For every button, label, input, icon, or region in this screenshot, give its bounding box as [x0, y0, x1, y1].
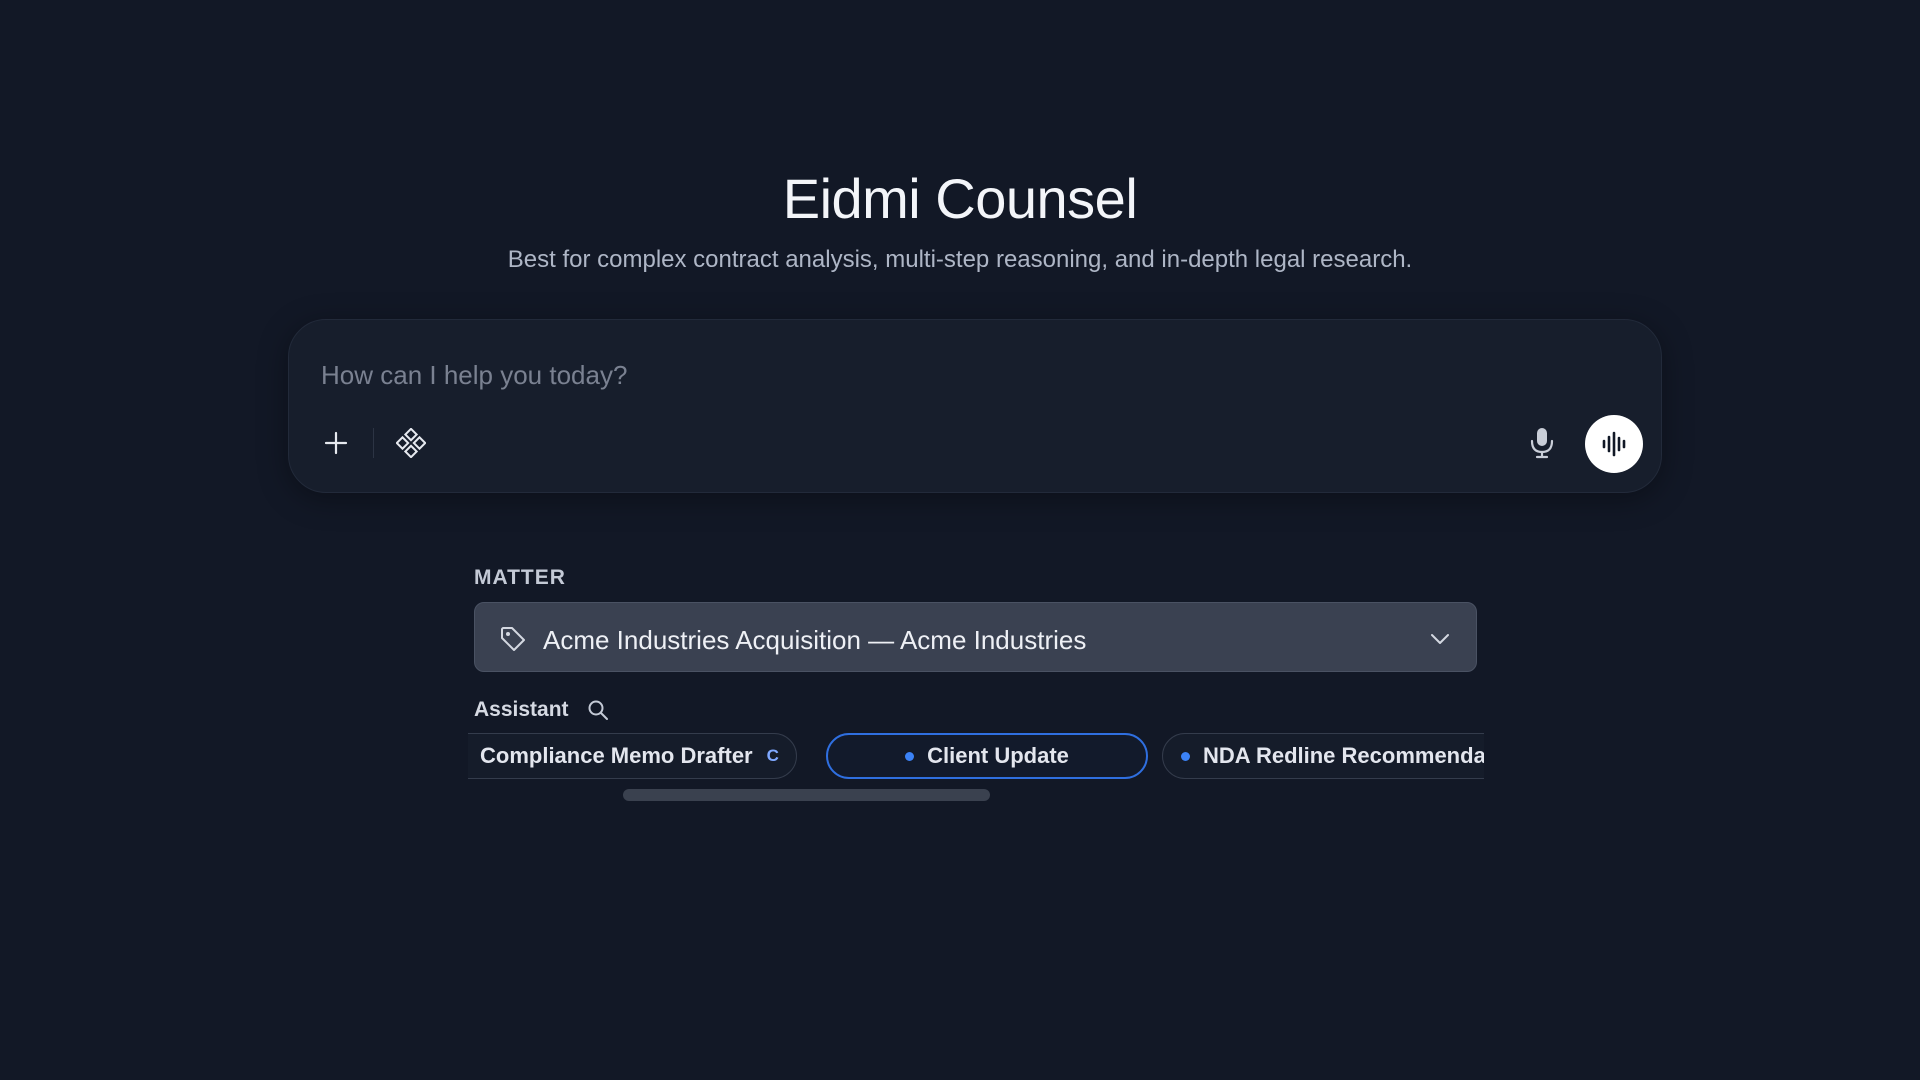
add-attachment-button[interactable]: [314, 421, 358, 465]
microphone-icon: [1530, 428, 1554, 459]
assistant-chip-list[interactable]: Compliance Memo Drafter C Client Update …: [468, 733, 1484, 781]
toolbar-divider: [373, 428, 374, 458]
assistant-chip-client-update[interactable]: Client Update: [826, 733, 1148, 779]
chip-label: Client Update: [927, 743, 1069, 768]
status-dot: [1181, 751, 1190, 761]
tag-icon: [501, 627, 525, 651]
page-subtitle: Best for complex contract analysis, mult…: [507, 246, 1413, 273]
chat-composer: [288, 319, 1662, 493]
page-title: Eidmi Counsel: [782, 167, 1138, 230]
assistant-header: Assistant: [474, 695, 609, 725]
tools-button[interactable]: [389, 421, 433, 465]
chip-label: NDA Redline Recommendations: [1203, 743, 1484, 768]
plus-icon: [324, 431, 348, 455]
microphone-button[interactable]: [1520, 421, 1564, 465]
voice-mode-button[interactable]: [1585, 415, 1643, 473]
prompt-input[interactable]: [321, 350, 1421, 400]
matter-select[interactable]: Acme Industries Acquisition — Acme Indus…: [474, 602, 1477, 672]
chip-label: Compliance Memo Drafter: [480, 743, 753, 768]
app-page: Eidmi Counsel Best for complex contract …: [0, 0, 1920, 1080]
chevron-down-icon: [1431, 634, 1449, 644]
chip-badge: C: [766, 746, 779, 765]
search-icon[interactable]: [587, 699, 609, 721]
voice-waveform-icon: [1602, 431, 1626, 457]
assistant-chip-compliance-memo-drafter[interactable]: Compliance Memo Drafter C: [468, 733, 797, 779]
matter-label: MATTER: [474, 566, 566, 589]
assistant-chip-nda-redline[interactable]: NDA Redline Recommendations: [1162, 733, 1484, 779]
tools-icon: [396, 428, 426, 458]
chip-list-scrollbar[interactable]: [623, 789, 990, 801]
assistant-label: Assistant: [474, 698, 569, 721]
matter-selected-value: Acme Industries Acquisition — Acme Indus…: [543, 625, 1087, 655]
status-dot: [905, 751, 915, 761]
